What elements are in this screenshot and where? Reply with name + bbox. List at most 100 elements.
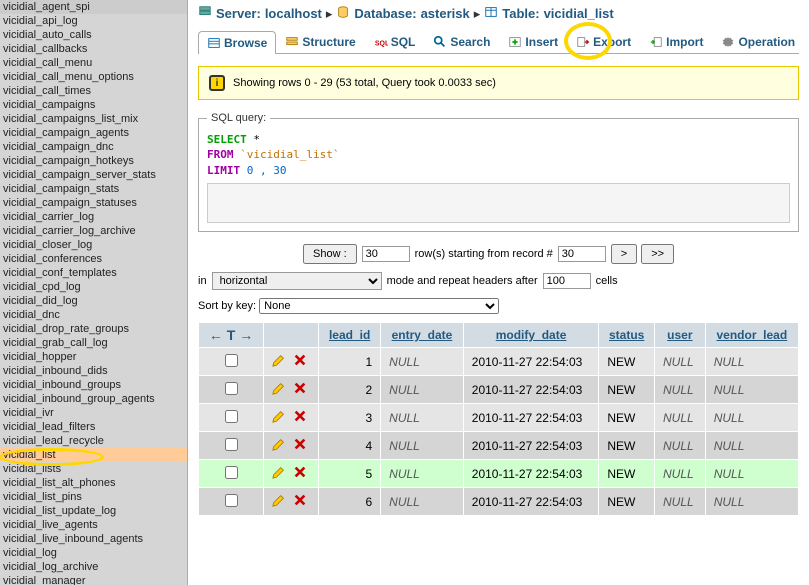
sidebar-item-vicidial-list-alt-phones[interactable]: vicidial_list_alt_phones bbox=[0, 476, 187, 490]
tab-sql[interactable]: SQL SQL bbox=[365, 30, 425, 53]
cell-entry-date: NULL bbox=[381, 348, 464, 376]
mode-controls: in horizontal mode and repeat headers af… bbox=[198, 272, 799, 290]
sidebar-item-vicidial-campaign-statuses[interactable]: vicidial_campaign_statuses bbox=[0, 196, 187, 210]
repeat-label: mode and repeat headers after bbox=[387, 275, 538, 287]
edit-icon[interactable] bbox=[272, 437, 286, 454]
mode-select[interactable]: horizontal bbox=[212, 272, 382, 290]
row-checkbox[interactable] bbox=[225, 494, 238, 507]
sidebar-item-vicidial-dnc[interactable]: vicidial_dnc bbox=[0, 308, 187, 322]
delete-icon[interactable] bbox=[293, 409, 307, 426]
show-button[interactable]: Show : bbox=[303, 244, 357, 264]
sidebar-item-vicidial-lead-recycle[interactable]: vicidial_lead_recycle bbox=[0, 434, 187, 448]
row-checkbox[interactable] bbox=[225, 466, 238, 479]
sidebar-item-vicidial-carrier-log-archive[interactable]: vicidial_carrier_log_archive bbox=[0, 224, 187, 238]
tab-sql-label: SQL bbox=[391, 35, 416, 49]
sidebar-item-vicidial-live-inbound-agents[interactable]: vicidial_live_inbound_agents bbox=[0, 532, 187, 546]
sidebar-item-vicidial-cpd-log[interactable]: vicidial_cpd_log bbox=[0, 280, 187, 294]
server-link[interactable]: localhost bbox=[265, 6, 322, 21]
sidebar-item-vicidial-list-pins[interactable]: vicidial_list_pins bbox=[0, 490, 187, 504]
edit-icon[interactable] bbox=[272, 381, 286, 398]
edit-icon[interactable] bbox=[272, 353, 286, 370]
tab-browse[interactable]: Browse bbox=[198, 31, 276, 54]
tab-structure[interactable]: Structure bbox=[276, 30, 364, 53]
nav-last-button[interactable]: >> bbox=[641, 244, 674, 264]
tab-insert[interactable]: Insert bbox=[499, 30, 567, 53]
cell-vendor: NULL bbox=[705, 348, 798, 376]
sidebar-item-vicidial-manager[interactable]: vicidial_manager bbox=[0, 574, 187, 585]
sidebar-item-vicidial-grab-call-log[interactable]: vicidial_grab_call_log bbox=[0, 336, 187, 350]
sidebar-item-vicidial-campaign-dnc[interactable]: vicidial_campaign_dnc bbox=[0, 140, 187, 154]
sidebar-item-vicidial-auto-calls[interactable]: vicidial_auto_calls bbox=[0, 28, 187, 42]
cell-user: NULL bbox=[655, 460, 706, 488]
repeat-input[interactable] bbox=[543, 273, 591, 289]
sidebar-item-vicidial-conf-templates[interactable]: vicidial_conf_templates bbox=[0, 266, 187, 280]
tab-search[interactable]: Search bbox=[424, 30, 499, 53]
tab-operations[interactable]: Operation bbox=[712, 30, 804, 53]
edit-icon[interactable] bbox=[272, 409, 286, 426]
header-modify-date[interactable]: modify_date bbox=[463, 323, 599, 348]
sql-textarea[interactable] bbox=[207, 183, 790, 223]
sidebar-item-vicidial-list[interactable]: vicidial_list bbox=[0, 448, 187, 462]
delete-icon[interactable] bbox=[293, 493, 307, 510]
delete-icon[interactable] bbox=[293, 381, 307, 398]
sidebar-item-vicidial-inbound-groups[interactable]: vicidial_inbound_groups bbox=[0, 378, 187, 392]
tab-import-label: Import bbox=[666, 35, 703, 49]
sidebar-item-vicidial-campaign-stats[interactable]: vicidial_campaign_stats bbox=[0, 182, 187, 196]
sidebar-item-vicidial-ivr[interactable]: vicidial_ivr bbox=[0, 406, 187, 420]
sidebar-item-vicidial-did-log[interactable]: vicidial_did_log bbox=[0, 294, 187, 308]
sidebar-item-vicidial-campaign-server-stats[interactable]: vicidial_campaign_server_stats bbox=[0, 168, 187, 182]
tab-import[interactable]: Import bbox=[640, 30, 712, 53]
table-row: 6NULL2010-11-27 22:54:03NEWNULLNULL bbox=[199, 488, 799, 516]
header-vendor-lead[interactable]: vendor_lead bbox=[705, 323, 798, 348]
row-checkbox[interactable] bbox=[225, 354, 238, 367]
header-arrows[interactable]: ← T → bbox=[199, 323, 264, 348]
sidebar-item-vicidial-callbacks[interactable]: vicidial_callbacks bbox=[0, 42, 187, 56]
sidebar-item-vicidial-agent-spi[interactable]: vicidial_agent_spi bbox=[0, 0, 187, 14]
row-checkbox[interactable] bbox=[225, 382, 238, 395]
edit-icon[interactable] bbox=[272, 493, 286, 510]
sidebar-item-vicidial-campaigns[interactable]: vicidial_campaigns bbox=[0, 98, 187, 112]
edit-icon[interactable] bbox=[272, 465, 286, 482]
header-entry-date[interactable]: entry_date bbox=[381, 323, 464, 348]
tab-browse-label: Browse bbox=[224, 36, 267, 50]
delete-icon[interactable] bbox=[293, 437, 307, 454]
sidebar-item-vicidial-hopper[interactable]: vicidial_hopper bbox=[0, 350, 187, 364]
sidebar-item-vicidial-log[interactable]: vicidial_log bbox=[0, 546, 187, 560]
cell-lead-id: 3 bbox=[319, 404, 381, 432]
sidebar-item-vicidial-campaign-hotkeys[interactable]: vicidial_campaign_hotkeys bbox=[0, 154, 187, 168]
row-checkbox[interactable] bbox=[225, 438, 238, 451]
sidebar-item-vicidial-closer-log[interactable]: vicidial_closer_log bbox=[0, 238, 187, 252]
sidebar-item-vicidial-list-update-log[interactable]: vicidial_list_update_log bbox=[0, 504, 187, 518]
header-lead-id[interactable]: lead_id bbox=[319, 323, 381, 348]
sidebar-item-vicidial-conferences[interactable]: vicidial_conferences bbox=[0, 252, 187, 266]
header-user[interactable]: user bbox=[655, 323, 706, 348]
sidebar-item-vicidial-call-menu[interactable]: vicidial_call_menu bbox=[0, 56, 187, 70]
sidebar-item-vicidial-campaigns-list-mix[interactable]: vicidial_campaigns_list_mix bbox=[0, 112, 187, 126]
delete-icon[interactable] bbox=[293, 353, 307, 370]
nav-next-button[interactable]: > bbox=[611, 244, 637, 264]
table-link[interactable]: vicidial_list bbox=[544, 6, 614, 21]
database-link[interactable]: asterisk bbox=[421, 6, 470, 21]
sidebar-item-vicidial-live-agents[interactable]: vicidial_live_agents bbox=[0, 518, 187, 532]
sidebar-item-vicidial-inbound-dids[interactable]: vicidial_inbound_dids bbox=[0, 364, 187, 378]
header-status[interactable]: status bbox=[599, 323, 655, 348]
sidebar-item-vicidial-api-log[interactable]: vicidial_api_log bbox=[0, 14, 187, 28]
cell-modify-date: 2010-11-27 22:54:03 bbox=[463, 432, 599, 460]
sidebar-item-vicidial-drop-rate-groups[interactable]: vicidial_drop_rate_groups bbox=[0, 322, 187, 336]
tab-export[interactable]: Export bbox=[567, 30, 640, 53]
sidebar-item-vicidial-log-archive[interactable]: vicidial_log_archive bbox=[0, 560, 187, 574]
sidebar-item-vicidial-carrier-log[interactable]: vicidial_carrier_log bbox=[0, 210, 187, 224]
sidebar-item-vicidial-lists[interactable]: vicidial_lists bbox=[0, 462, 187, 476]
cell-user: NULL bbox=[655, 432, 706, 460]
row-checkbox[interactable] bbox=[225, 410, 238, 423]
table-icon bbox=[484, 5, 498, 22]
rows-count-input[interactable] bbox=[362, 246, 410, 262]
sort-select[interactable]: None bbox=[259, 298, 499, 314]
start-record-input[interactable] bbox=[558, 246, 606, 262]
sidebar-item-vicidial-lead-filters[interactable]: vicidial_lead_filters bbox=[0, 420, 187, 434]
sidebar-item-vicidial-call-times[interactable]: vicidial_call_times bbox=[0, 84, 187, 98]
sidebar-item-vicidial-inbound-group-agents[interactable]: vicidial_inbound_group_agents bbox=[0, 392, 187, 406]
sidebar-item-vicidial-call-menu-options[interactable]: vicidial_call_menu_options bbox=[0, 70, 187, 84]
sidebar-item-vicidial-campaign-agents[interactable]: vicidial_campaign_agents bbox=[0, 126, 187, 140]
delete-icon[interactable] bbox=[293, 465, 307, 482]
